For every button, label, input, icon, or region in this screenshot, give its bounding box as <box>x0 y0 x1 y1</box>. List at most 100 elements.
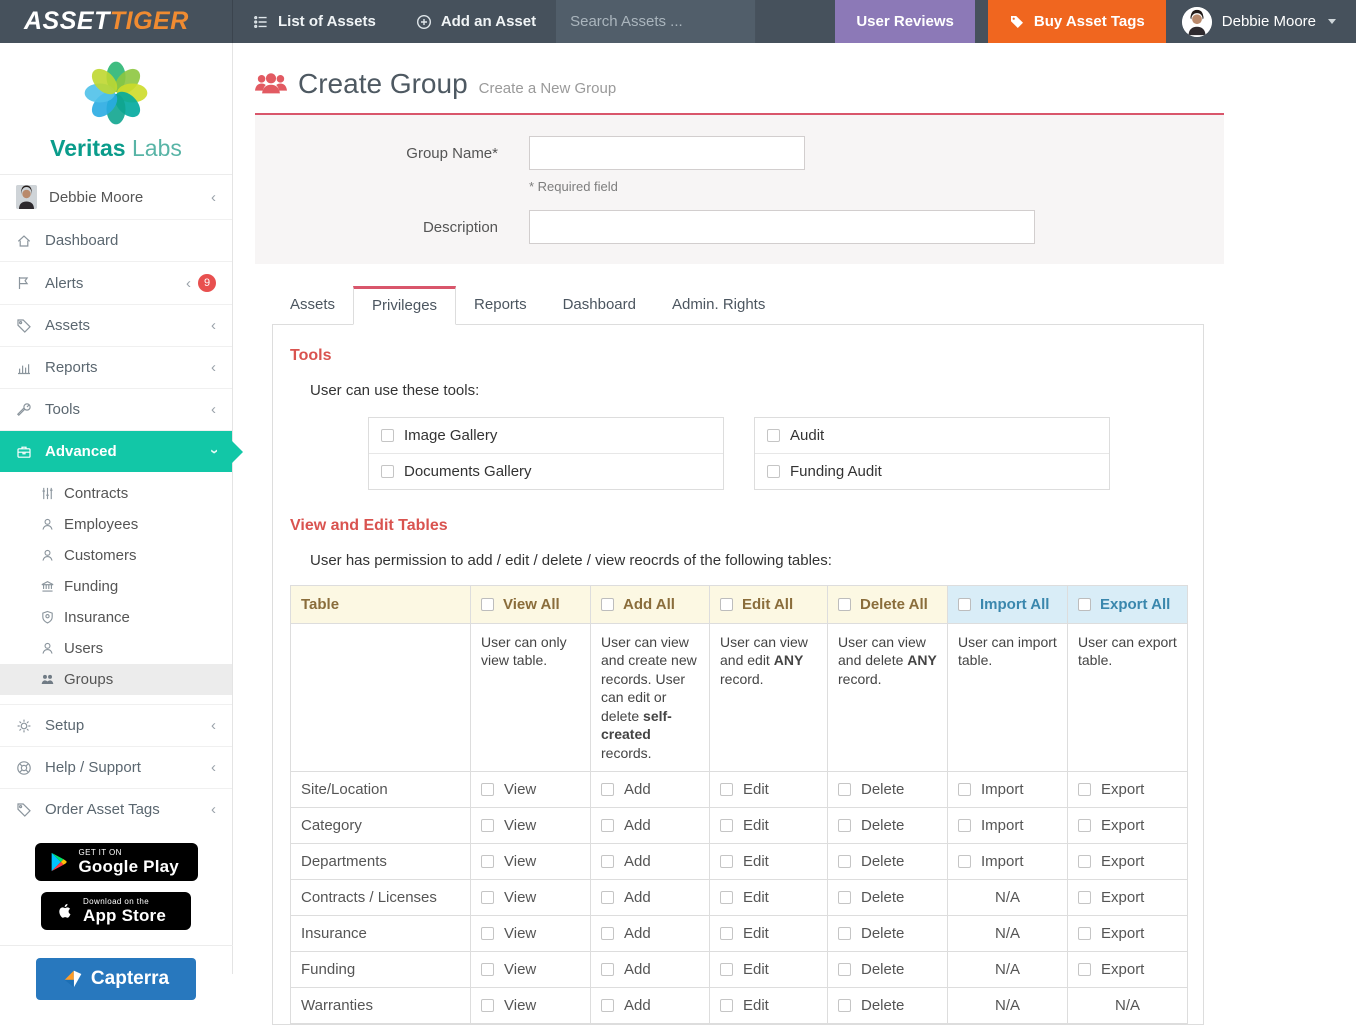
tool-option-label: Image Gallery <box>404 427 497 444</box>
nav-list-of-assets[interactable]: List of Assets <box>233 0 396 43</box>
delete-checkbox[interactable] <box>838 783 851 796</box>
view-all-checkbox[interactable] <box>481 598 494 611</box>
import-checkbox[interactable] <box>958 783 971 796</box>
column-header-label: Export All <box>1100 596 1170 613</box>
delete-checkbox[interactable] <box>838 855 851 868</box>
tab-reports[interactable]: Reports <box>456 286 545 324</box>
add-checkbox[interactable] <box>601 783 614 796</box>
tab-privileges[interactable]: Privileges <box>353 286 456 325</box>
delete-checkbox[interactable] <box>838 963 851 976</box>
tab-dashboard[interactable]: Dashboard <box>545 286 654 324</box>
sidebar-subitem-employees[interactable]: Employees <box>0 509 232 540</box>
search-input[interactable] <box>568 12 771 31</box>
sidebar-subitem-insurance[interactable]: Insurance <box>0 602 232 633</box>
view-checkbox[interactable] <box>481 819 494 832</box>
user-menu[interactable]: Debbie Moore <box>1166 0 1356 43</box>
sidebar-item-help-support[interactable]: Help / Support‹ <box>0 746 232 788</box>
documents-gallery-checkbox[interactable] <box>381 465 394 478</box>
permission-cell: Delete <box>828 952 948 988</box>
apple-icon <box>54 899 74 923</box>
chart-icon <box>16 360 32 376</box>
add-checkbox[interactable] <box>601 855 614 868</box>
permission-cell: Edit <box>710 952 828 988</box>
sidebar-item-alerts[interactable]: Alerts‹9 <box>0 261 232 304</box>
import-checkbox[interactable] <box>958 819 971 832</box>
sidebar-item-setup[interactable]: Setup‹ <box>0 704 232 746</box>
row-table-name: Site/Location <box>291 772 471 808</box>
export-checkbox[interactable] <box>1078 891 1091 904</box>
app-store-badge[interactable]: Download on the App Store <box>41 892 191 930</box>
edit-checkbox[interactable] <box>720 783 733 796</box>
edit-checkbox[interactable] <box>720 819 733 832</box>
add-all-checkbox[interactable] <box>601 598 614 611</box>
export-checkbox[interactable] <box>1078 855 1091 868</box>
edit-checkbox[interactable] <box>720 999 733 1012</box>
delete-checkbox[interactable] <box>838 819 851 832</box>
sidebar-item-advanced[interactable]: Advanced‹ <box>0 430 232 472</box>
permission-label: View <box>504 853 536 870</box>
import-all-checkbox[interactable] <box>958 598 971 611</box>
user-reviews-button[interactable]: User Reviews <box>835 0 975 43</box>
column-header-label: View All <box>503 596 560 613</box>
nav-label: List of Assets <box>278 13 376 30</box>
divider <box>0 945 233 946</box>
buy-asset-tags-button[interactable]: Buy Asset Tags <box>988 0 1166 43</box>
view-checkbox[interactable] <box>481 999 494 1012</box>
audit-checkbox[interactable] <box>767 429 780 442</box>
delete-checkbox[interactable] <box>838 891 851 904</box>
app-logo[interactable]: ASSETTIGER <box>0 0 233 43</box>
not-applicable-cell: N/A <box>948 916 1068 952</box>
sliders-icon <box>40 486 55 501</box>
delete-all-checkbox[interactable] <box>838 598 851 611</box>
sidebar-user[interactable]: Debbie Moore ‹ <box>0 174 232 219</box>
tab-admin-rights[interactable]: Admin. Rights <box>654 286 783 324</box>
view-checkbox[interactable] <box>481 963 494 976</box>
sidebar-subitem-contracts[interactable]: Contracts <box>0 478 232 509</box>
delete-checkbox[interactable] <box>838 999 851 1012</box>
add-checkbox[interactable] <box>601 999 614 1012</box>
sidebar-item-dashboard[interactable]: Dashboard <box>0 219 232 261</box>
edit-all-checkbox[interactable] <box>720 598 733 611</box>
export-all-checkbox[interactable] <box>1078 598 1091 611</box>
edit-checkbox[interactable] <box>720 927 733 940</box>
sidebar-item-tools[interactable]: Tools‹ <box>0 388 232 430</box>
sidebar-item-reports[interactable]: Reports‹ <box>0 346 232 388</box>
description-input[interactable] <box>529 210 1035 244</box>
add-checkbox[interactable] <box>601 891 614 904</box>
funding-audit-checkbox[interactable] <box>767 465 780 478</box>
delete-checkbox[interactable] <box>838 927 851 940</box>
description-cell: User can only view table. <box>471 624 591 772</box>
permission-label: Edit <box>743 817 769 834</box>
tab-assets[interactable]: Assets <box>272 286 353 324</box>
tool-option: Image Gallery <box>369 418 723 453</box>
view-checkbox[interactable] <box>481 891 494 904</box>
sidebar-item-order-asset-tags[interactable]: Order Asset Tags‹ <box>0 788 232 830</box>
permission-cell: Add <box>591 880 710 916</box>
view-checkbox[interactable] <box>481 783 494 796</box>
permission-cell: Export <box>1068 880 1188 916</box>
image-gallery-checkbox[interactable] <box>381 429 394 442</box>
sidebar-subitem-groups[interactable]: Groups <box>0 664 232 695</box>
group-name-input[interactable] <box>529 136 805 170</box>
add-checkbox[interactable] <box>601 927 614 940</box>
export-checkbox[interactable] <box>1078 963 1091 976</box>
view-checkbox[interactable] <box>481 927 494 940</box>
table-row: DepartmentsViewAddEditDeleteImportExport <box>291 844 1188 880</box>
sidebar-subitem-funding[interactable]: Funding <box>0 571 232 602</box>
add-checkbox[interactable] <box>601 819 614 832</box>
google-play-badge[interactable]: GET IT ON Google Play <box>35 843 198 881</box>
sidebar-subitem-users[interactable]: Users <box>0 633 232 664</box>
sidebar-item-assets[interactable]: Assets‹ <box>0 304 232 346</box>
edit-checkbox[interactable] <box>720 855 733 868</box>
export-checkbox[interactable] <box>1078 927 1091 940</box>
edit-checkbox[interactable] <box>720 963 733 976</box>
description-cell: User can view and create new records. Us… <box>591 624 710 772</box>
edit-checkbox[interactable] <box>720 891 733 904</box>
import-checkbox[interactable] <box>958 855 971 868</box>
sidebar-subitem-customers[interactable]: Customers <box>0 540 232 571</box>
view-checkbox[interactable] <box>481 855 494 868</box>
add-checkbox[interactable] <box>601 963 614 976</box>
export-checkbox[interactable] <box>1078 783 1091 796</box>
export-checkbox[interactable] <box>1078 819 1091 832</box>
nav-add-an-asset[interactable]: Add an Asset <box>396 0 556 43</box>
